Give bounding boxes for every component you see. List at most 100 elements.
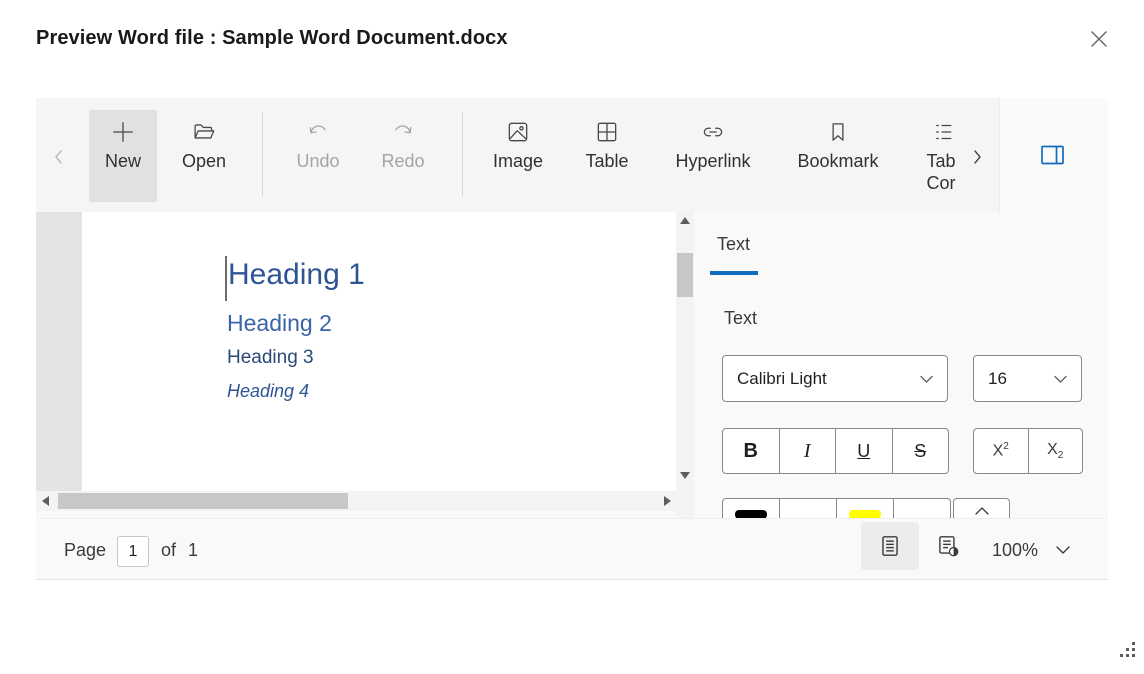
word-preview-editor: New Open Undo Redo <box>36 98 1108 580</box>
superscript-icon: X2 <box>993 441 1009 460</box>
toolbar-item-hyperlink[interactable]: Hyperlink <box>663 110 763 202</box>
font-color-dropdown-button[interactable] <box>780 499 837 518</box>
format-button-group: B I U S <box>722 428 949 474</box>
toolbar-separator <box>262 112 263 196</box>
toolbar-items: New Open Undo Redo <box>36 98 961 212</box>
toolbar-item-label: Redo <box>381 150 424 173</box>
font-size-value: 16 <box>974 369 1053 389</box>
scrollbar-footer-gap <box>36 511 676 518</box>
toolbar-item-table-of-contents[interactable]: Tab Cor <box>909 110 961 202</box>
bookmark-icon <box>825 115 851 149</box>
scroll-up-icon[interactable] <box>680 217 690 224</box>
dialog-resize-grip[interactable] <box>1118 640 1138 660</box>
web-layout-icon <box>935 533 961 559</box>
underline-icon: U <box>857 441 870 462</box>
scroll-down-icon[interactable] <box>680 472 690 479</box>
subscript-icon: X2 <box>1047 441 1063 461</box>
font-family-value: Calibri Light <box>723 369 919 389</box>
undo-arrow-icon <box>305 115 331 149</box>
active-tab-indicator <box>710 271 758 275</box>
table-icon <box>594 115 620 149</box>
toolbar-item-open[interactable]: Open <box>171 110 237 202</box>
vertical-scrollbar-thumb[interactable] <box>677 253 693 297</box>
redo-arrow-icon <box>390 115 416 149</box>
editor-toolbar: New Open Undo Redo <box>36 98 1108 212</box>
print-layout-icon <box>877 533 903 559</box>
close-icon <box>1088 28 1110 50</box>
toolbar-item-label: Image <box>493 150 543 173</box>
scroll-left-icon[interactable] <box>42 496 49 506</box>
toolbar-item-label: Undo <box>296 150 339 173</box>
toolbar-item-table[interactable]: Table <box>574 110 640 202</box>
total-pages: 1 <box>188 540 198 561</box>
text-cursor-caret <box>225 256 227 301</box>
toolbar-item-label: Bookmark <box>797 150 878 173</box>
properties-pane-toggle-button[interactable] <box>1039 142 1065 168</box>
document-heading-2: Heading 2 <box>227 310 332 337</box>
color-button-group <box>722 498 951 518</box>
document-heading-3: Heading 3 <box>227 347 314 369</box>
italic-icon: I <box>804 440 811 463</box>
highlight-color-swatch <box>849 510 881 519</box>
toolbar-item-label: Table <box>585 150 628 173</box>
document-page[interactable] <box>82 212 676 491</box>
strikethrough-icon: S <box>914 441 926 462</box>
web-layout-button[interactable] <box>925 526 971 566</box>
bold-icon: B <box>744 440 758 463</box>
toolbar-item-label: Open <box>182 150 226 173</box>
close-button[interactable] <box>1083 23 1115 55</box>
hyperlink-icon <box>699 115 727 149</box>
font-color-swatch <box>735 510 767 519</box>
split-panel-icon <box>1040 143 1065 167</box>
italic-button[interactable]: I <box>780 429 837 473</box>
scrollbar-corner <box>676 489 694 518</box>
page-label: Page <box>64 540 106 561</box>
toolbar-item-label: Tab <box>926 150 955 172</box>
collapse-section-button[interactable] <box>953 498 1010 518</box>
dialog-title: Preview Word file : Sample Word Document… <box>36 27 508 50</box>
highlight-color-dropdown-button[interactable] <box>894 499 950 518</box>
script-button-group: X2 X2 <box>973 428 1083 474</box>
tab-text[interactable]: Text <box>717 234 750 255</box>
document-heading-1: Heading 1 <box>228 258 365 292</box>
chevron-down-icon <box>1053 374 1081 384</box>
font-family-dropdown[interactable]: Calibri Light <box>722 355 948 402</box>
of-label: of <box>161 540 176 561</box>
chevron-right-icon <box>970 149 984 165</box>
font-color-button[interactable] <box>723 499 780 518</box>
document-heading-4: Heading 4 <box>227 381 309 402</box>
font-size-dropdown[interactable]: 16 <box>973 355 1082 402</box>
folder-open-icon <box>191 115 217 149</box>
horizontal-scrollbar-thumb[interactable] <box>58 493 348 509</box>
scroll-right-icon[interactable] <box>664 496 671 506</box>
underline-button[interactable]: U <box>836 429 893 473</box>
resize-grip-icon <box>1118 640 1138 660</box>
toolbar-item-undo[interactable]: Undo <box>280 110 356 202</box>
text-section-label: Text <box>724 308 757 329</box>
print-layout-button[interactable] <box>861 522 919 570</box>
toolbar-item-bookmark[interactable]: Bookmark <box>786 110 890 202</box>
image-icon <box>505 115 531 149</box>
zoom-dropdown-button[interactable] <box>1051 536 1075 564</box>
chevron-up-icon <box>974 506 990 518</box>
highlight-color-button[interactable] <box>837 499 894 518</box>
toolbar-item-new[interactable]: New <box>89 110 157 202</box>
toolbar-item-redo[interactable]: Redo <box>365 110 441 202</box>
toolbar-scroll-right-button[interactable] <box>964 142 990 172</box>
toolbar-item-label: New <box>105 150 141 173</box>
subscript-button[interactable]: X2 <box>1029 429 1083 473</box>
bold-button[interactable]: B <box>723 429 780 473</box>
toolbar-item-image[interactable]: Image <box>483 110 553 202</box>
properties-panel: Text Text Calibri Light 16 B I U S X2 <box>694 212 1108 518</box>
toolbar-separator <box>462 112 463 196</box>
superscript-button[interactable]: X2 <box>974 429 1029 473</box>
strikethrough-button[interactable]: S <box>893 429 949 473</box>
zoom-value[interactable]: 100% <box>992 540 1038 561</box>
status-bar: Page of 1 100% <box>36 518 1108 580</box>
toolbar-item-label: Hyperlink <box>675 150 750 173</box>
toolbar-item-label: Cor <box>926 172 955 194</box>
table-of-contents-icon <box>928 115 954 149</box>
page-number-input[interactable] <box>117 536 149 567</box>
chevron-down-icon <box>1055 545 1071 555</box>
chevron-down-icon <box>919 374 947 384</box>
